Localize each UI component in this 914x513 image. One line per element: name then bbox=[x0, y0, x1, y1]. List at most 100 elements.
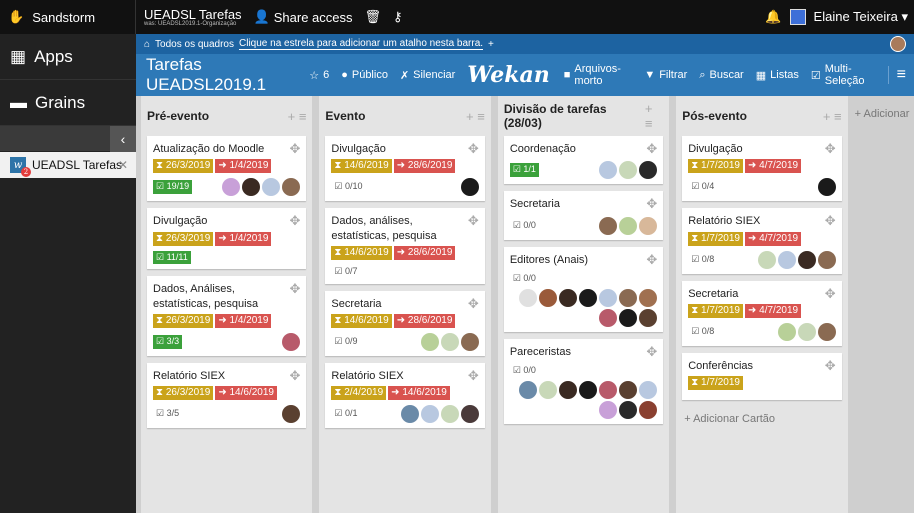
move-handle-icon[interactable]: ✥ bbox=[825, 213, 836, 229]
list-header[interactable]: Evento + ≡ bbox=[325, 96, 484, 136]
header-user-avatar[interactable] bbox=[890, 36, 906, 52]
member-avatar[interactable] bbox=[619, 288, 638, 307]
list-menu-icon[interactable]: + ≡ bbox=[645, 101, 663, 131]
move-handle-icon[interactable]: ✥ bbox=[825, 358, 836, 374]
member-avatar[interactable] bbox=[599, 400, 618, 419]
visibility-button[interactable]: ● Público bbox=[341, 69, 388, 81]
archive-button[interactable]: ■ Arquivos-morto bbox=[564, 63, 633, 87]
member-avatar[interactable] bbox=[619, 216, 638, 235]
collapse-sidebar-button[interactable]: ‹ bbox=[110, 126, 136, 152]
member-avatar[interactable] bbox=[639, 400, 658, 419]
member-avatar[interactable] bbox=[639, 216, 658, 235]
card[interactable]: Secretaria ✥ ☑ 0/0 bbox=[503, 191, 664, 240]
received-date-badge[interactable]: ⧗ 2/4/2019 bbox=[331, 386, 387, 401]
share-access-button[interactable]: 👤 Share access bbox=[254, 9, 353, 25]
card[interactable]: Dados, Análises, estatísticas, pesquisa … bbox=[147, 276, 307, 356]
move-handle-icon[interactable]: ✥ bbox=[646, 141, 657, 157]
sidebar-item-apps[interactable]: ▦ Apps bbox=[0, 34, 136, 80]
sidebar-grain-tab[interactable]: w2 UEADSL Tarefas ✕ bbox=[0, 152, 136, 178]
card[interactable]: Conferências ✥ ⧗ 1/7/2019 bbox=[682, 352, 842, 401]
list-header[interactable]: Pré-evento + ≡ bbox=[147, 96, 306, 136]
member-avatar[interactable] bbox=[619, 161, 638, 180]
card[interactable]: Relatório SIEX ✥ ⧗ 1/7/2019 ➜ 4/7/2019 ☑ 0/… bbox=[682, 208, 842, 274]
member-avatar[interactable] bbox=[639, 380, 658, 399]
member-avatar[interactable] bbox=[262, 178, 281, 197]
received-date-badge[interactable]: ⧗ 1/7/2019 bbox=[688, 303, 743, 318]
member-avatar[interactable] bbox=[242, 178, 261, 197]
card[interactable]: Relatório SIEX ✥ ⧗ 2/4/2019 ➜ 14/6/2019 ☑ 0… bbox=[325, 362, 485, 429]
card[interactable]: Relatório SIEX ✥ ⧗ 26/3/2019 ➜ 14/6/2019 ☑ … bbox=[147, 362, 307, 429]
add-shortcut-button[interactable]: + bbox=[488, 39, 494, 50]
close-grain-icon[interactable]: ✕ bbox=[118, 158, 128, 172]
search-button[interactable]: ⌕ Buscar bbox=[699, 69, 743, 82]
member-avatar[interactable] bbox=[282, 405, 301, 424]
move-handle-icon[interactable]: ✥ bbox=[290, 281, 301, 297]
due-date-badge[interactable]: ➜ 4/7/2019 bbox=[744, 231, 802, 246]
list-header[interactable]: Divisão de tarefas (28/03) + ≡ bbox=[504, 96, 663, 136]
card[interactable]: Dados, análises, estatísticas, pesquisa … bbox=[325, 208, 485, 284]
member-avatar[interactable] bbox=[460, 178, 479, 197]
member-avatar[interactable] bbox=[222, 178, 241, 197]
member-avatar[interactable] bbox=[579, 380, 598, 399]
received-date-badge[interactable]: ⧗ 1/7/2019 bbox=[688, 376, 743, 391]
list-menu-icon[interactable]: + ≡ bbox=[466, 109, 485, 124]
member-avatar[interactable] bbox=[559, 288, 578, 307]
add-card-button[interactable]: + Adicionar Cartão bbox=[682, 407, 841, 431]
filter-button[interactable]: ▼ Filtrar bbox=[644, 69, 687, 81]
card[interactable]: Secretaria ✥ ⧗ 1/7/2019 ➜ 4/7/2019 ☑ 0/8 bbox=[682, 280, 842, 346]
move-handle-icon[interactable]: ✥ bbox=[468, 296, 479, 312]
member-avatar[interactable] bbox=[777, 250, 796, 269]
sidebar-item-grains[interactable]: ▬ Grains bbox=[0, 80, 136, 126]
received-date-badge[interactable]: ⧗ 26/3/2019 bbox=[153, 313, 214, 328]
due-date-badge[interactable]: ➜ 28/6/2019 bbox=[393, 159, 456, 174]
due-date-badge[interactable]: ➜ 1/4/2019 bbox=[215, 159, 272, 174]
member-avatar[interactable] bbox=[757, 250, 776, 269]
member-avatar[interactable] bbox=[639, 288, 658, 307]
received-date-badge[interactable]: ⧗ 1/7/2019 bbox=[688, 159, 743, 174]
member-avatar[interactable] bbox=[599, 380, 618, 399]
list-header[interactable]: Pós-evento + ≡ bbox=[682, 96, 841, 136]
list-menu-icon[interactable]: + ≡ bbox=[288, 109, 307, 124]
member-avatar[interactable] bbox=[777, 322, 796, 341]
received-date-badge[interactable]: ⧗ 26/3/2019 bbox=[153, 231, 214, 246]
member-avatar[interactable] bbox=[797, 250, 816, 269]
member-avatar[interactable] bbox=[817, 178, 836, 197]
webkey-button[interactable]: ⚷ bbox=[393, 9, 403, 25]
member-avatar[interactable] bbox=[519, 380, 538, 399]
member-avatar[interactable] bbox=[539, 380, 558, 399]
card[interactable]: Editores (Anais) ✥ ☑ 0/0 bbox=[503, 246, 664, 332]
member-avatar[interactable] bbox=[599, 308, 618, 327]
member-avatar[interactable] bbox=[797, 322, 816, 341]
member-avatar[interactable] bbox=[460, 405, 479, 424]
board-title[interactable]: Tarefas UEADSL2019.1 bbox=[146, 55, 291, 95]
member-avatar[interactable] bbox=[282, 178, 301, 197]
move-handle-icon[interactable]: ✥ bbox=[646, 344, 657, 360]
member-avatar[interactable] bbox=[639, 308, 658, 327]
add-list-button[interactable]: + Adicionar bbox=[855, 96, 914, 513]
due-date-badge[interactable]: ➜ 1/4/2019 bbox=[215, 313, 272, 328]
card[interactable]: Coordenação ✥ ☑ 1/1 bbox=[503, 136, 664, 185]
user-menu[interactable]: Elaine Teixeira ▾ bbox=[814, 9, 908, 25]
due-date-badge[interactable]: ➜ 28/6/2019 bbox=[393, 245, 456, 260]
member-avatar[interactable] bbox=[460, 332, 479, 351]
member-avatar[interactable] bbox=[817, 322, 836, 341]
received-date-badge[interactable]: ⧗ 1/7/2019 bbox=[688, 231, 743, 246]
member-avatar[interactable] bbox=[282, 332, 301, 351]
delete-grain-button[interactable]: 🗑 bbox=[365, 9, 382, 25]
due-date-badge[interactable]: ➜ 4/7/2019 bbox=[744, 303, 802, 318]
all-boards-link[interactable]: Todos os quadros bbox=[155, 39, 234, 50]
received-date-badge[interactable]: ⧗ 14/6/2019 bbox=[331, 245, 392, 260]
due-date-badge[interactable]: ➜ 4/7/2019 bbox=[744, 159, 802, 174]
member-avatar[interactable] bbox=[440, 405, 459, 424]
card[interactable]: Atualização do Moodle ✥ ⧗ 26/3/2019 ➜ 1/4/… bbox=[147, 136, 307, 202]
member-avatar[interactable] bbox=[440, 332, 459, 351]
due-date-badge[interactable]: ➜ 1/4/2019 bbox=[215, 231, 272, 246]
lists-view-button[interactable]: ▦ Listas bbox=[756, 69, 799, 82]
move-handle-icon[interactable]: ✥ bbox=[468, 213, 479, 229]
move-handle-icon[interactable]: ✥ bbox=[290, 141, 301, 157]
move-handle-icon[interactable]: ✥ bbox=[646, 252, 657, 268]
member-avatar[interactable] bbox=[619, 380, 638, 399]
card[interactable]: Pareceristas ✥ ☑ 0/0 bbox=[503, 338, 664, 424]
multi-select-button[interactable]: ☑ Multi-Seleção bbox=[811, 63, 876, 87]
member-avatar[interactable] bbox=[420, 332, 439, 351]
